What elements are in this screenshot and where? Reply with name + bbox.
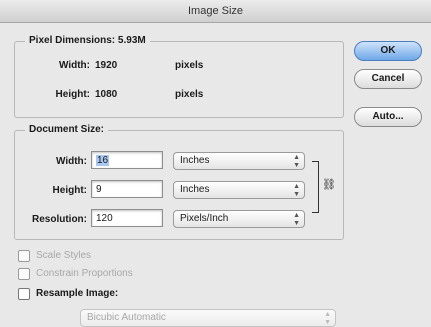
resample-method-select[interactable]: Bicubic Automatic ▲ ▼ [80, 309, 336, 327]
resolution-unit-value: Pixels/Inch [180, 213, 229, 224]
pixel-height-value: 1080 [95, 89, 118, 100]
doc-width-label: Width: [55, 156, 87, 167]
pixel-dimensions-size: 5.93M [117, 35, 146, 46]
select-arrows-icon: ▲ ▼ [293, 154, 300, 169]
select-arrows-icon: ▲ ▼ [293, 212, 300, 227]
constrain-proportions-label: Constrain Proportions [36, 268, 133, 279]
select-arrows-icon: ▲ ▼ [293, 183, 300, 198]
pixel-width-value: 1920 [95, 60, 118, 71]
pixel-width-label: Width: [58, 60, 90, 71]
resolution-label: Resolution: [32, 214, 87, 225]
constrain-proportions-checkbox[interactable] [18, 268, 30, 280]
doc-height-unit-select[interactable]: Inches ▲ ▼ [173, 181, 305, 199]
resolution-unit-select[interactable]: Pixels/Inch ▲ ▼ [173, 210, 305, 228]
doc-height-input[interactable]: 9 [91, 180, 163, 198]
pixel-height-unit: pixels [175, 89, 204, 100]
doc-width-unit-value: Inches [180, 155, 210, 166]
doc-width-input[interactable]: 16 [91, 151, 163, 169]
cancel-button[interactable]: Cancel [354, 69, 422, 89]
scale-styles-label: Scale Styles [36, 250, 92, 261]
pixel-dimensions-legend: Pixel Dimensions: 5.93M [25, 35, 150, 46]
select-arrows-icon: ▲ ▼ [324, 311, 331, 326]
resample-image-checkbox[interactable] [18, 288, 30, 300]
constrain-bracket [312, 161, 319, 213]
window-title: Image Size [0, 0, 431, 23]
pixel-dimensions-group: Pixel Dimensions: 5.93M Width: 1920 pixe… [14, 35, 344, 118]
resample-method-value: Bicubic Automatic [87, 312, 166, 323]
scale-styles-checkbox[interactable] [18, 250, 30, 262]
doc-height-label: Height: [52, 185, 87, 196]
document-size-group: Document Size: Width: 16 Inches ▲ ▼ Heigh… [14, 124, 344, 240]
doc-width-value: 16 [96, 155, 110, 166]
pixel-dimensions-label: Pixel Dimensions: [29, 35, 116, 46]
doc-height-unit-value: Inches [180, 184, 210, 195]
resample-image-label: Resample Image: [36, 288, 119, 299]
resolution-input[interactable]: 120 [91, 209, 163, 227]
document-size-legend: Document Size: [25, 124, 109, 135]
pixel-height-label: Height: [55, 89, 90, 100]
pixel-width-unit: pixels [175, 60, 204, 71]
ok-button[interactable]: OK [354, 41, 422, 61]
auto-button[interactable]: Auto... [354, 107, 422, 127]
chain-link-icon: ⛓ [322, 179, 336, 191]
doc-width-unit-select[interactable]: Inches ▲ ▼ [173, 152, 305, 170]
